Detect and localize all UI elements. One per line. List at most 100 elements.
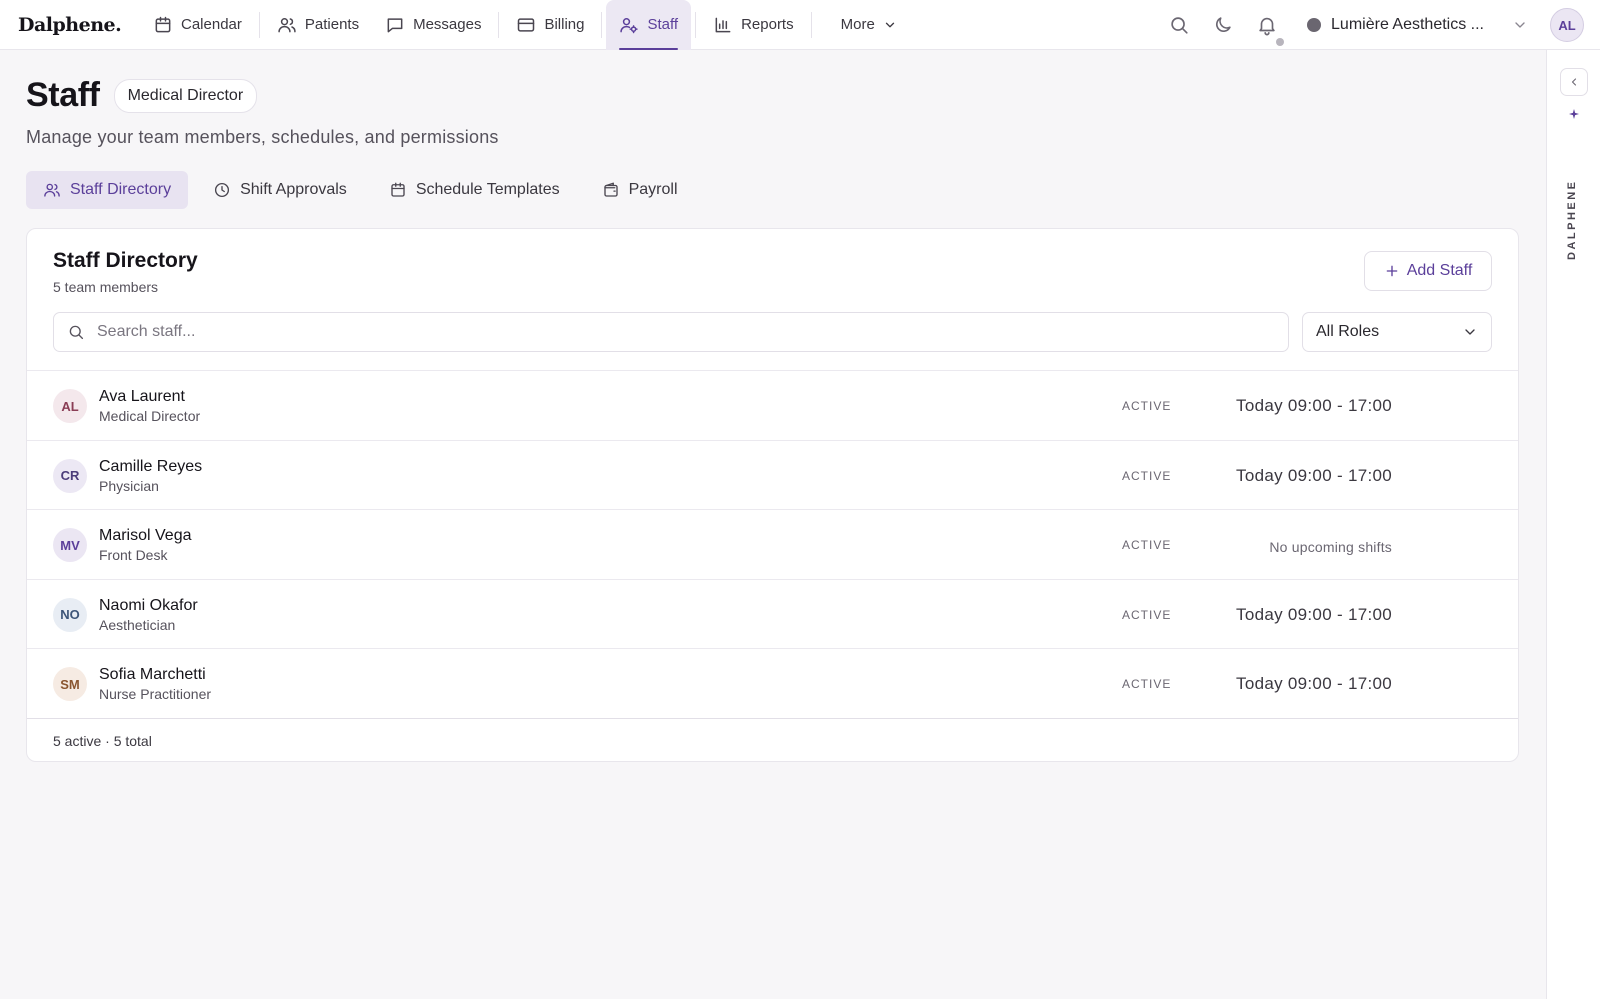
calendar-icon <box>391 182 405 197</box>
notification-dot <box>1276 38 1285 46</box>
page-title: Staff <box>26 76 100 114</box>
staff-name: Sofia Marchetti <box>99 666 206 683</box>
users-icon <box>278 17 296 32</box>
staff-name: Marisol Vega <box>99 527 192 544</box>
page-subtitle: Manage your team members, schedules, and… <box>26 127 499 147</box>
clinic-name: Lumière Aesthetics ... <box>1331 16 1484 33</box>
top-navigation-bar: Dalphene. Calendar Patients Messages Bil… <box>0 0 1600 50</box>
staff-directory-card: Staff Directory 5 team members Add Staff… <box>26 228 1519 762</box>
nav-item-label: Messages <box>413 16 482 33</box>
list-item[interactable]: AL Ava Laurent Medical Director ACTIVE T… <box>27 371 1518 441</box>
add-staff-label: Add Staff <box>1406 262 1473 279</box>
staff-role: Nurse Practitioner <box>99 686 212 702</box>
staff-role: Medical Director <box>99 408 201 424</box>
nav-divider <box>601 11 603 38</box>
staff-name: Camille Reyes <box>99 457 203 475</box>
nav-item-calendar[interactable]: Calendar <box>140 0 255 50</box>
nav-item-staff[interactable]: Staff <box>606 0 692 50</box>
plus-icon <box>1386 265 1398 277</box>
shift-info: Today 09:00 - 17:00 <box>1236 396 1392 415</box>
list-item[interactable]: SM Sofia Marchetti Nurse Practitioner AC… <box>27 649 1518 719</box>
wallet-icon <box>603 182 618 197</box>
nav-item-reports[interactable]: Reports <box>700 0 807 50</box>
staff-tabs: Staff Directory Shift Approvals Schedule… <box>26 171 695 209</box>
card-icon <box>518 17 535 32</box>
search-icon[interactable] <box>1168 14 1190 36</box>
clinic-switcher[interactable]: Lumière Aesthetics ... <box>1307 16 1528 34</box>
tab-label: Shift Approvals <box>240 181 347 198</box>
main-nav: Calendar Patients Messages Billing Staff… <box>140 0 910 50</box>
nav-item-label: Calendar <box>181 16 242 33</box>
bar-chart-icon <box>715 17 731 32</box>
avatar: CR <box>53 458 87 493</box>
role-filter-value: All Roles <box>1316 323 1380 340</box>
status-badge: ACTIVE <box>1122 468 1172 483</box>
nav-item-label: Billing <box>544 16 585 33</box>
calendar-icon <box>155 16 171 32</box>
tab-shift-approvals[interactable]: Shift Approvals <box>196 171 364 209</box>
avatar: MV <box>53 528 87 562</box>
search-input[interactable] <box>97 323 1247 341</box>
users-icon <box>44 183 60 197</box>
tab-payroll[interactable]: Payroll <box>585 171 695 209</box>
moon-icon[interactable] <box>1212 14 1234 36</box>
status-badge: ACTIVE <box>1122 538 1172 552</box>
user-avatar[interactable]: AL <box>1550 8 1584 42</box>
chevron-down-icon <box>1465 329 1475 335</box>
page-header: Staff Medical Director Manage your team … <box>26 76 499 148</box>
avatar: AL <box>53 389 87 423</box>
team-member-count: 5 team members <box>53 279 159 295</box>
message-icon <box>387 17 403 32</box>
staff-list: AL Ava Laurent Medical Director ACTIVE T… <box>27 370 1518 719</box>
nav-divider <box>695 11 697 38</box>
topbar-actions: Lumière Aesthetics ... AL <box>1157 0 1600 50</box>
rail-brand-text: DALPHENE <box>1566 179 1578 260</box>
directory-summary: 5 active · 5 total <box>53 733 152 749</box>
nav-item-patients[interactable]: Patients <box>264 0 372 50</box>
nav-more-label: More <box>840 16 875 33</box>
shift-info: No upcoming shifts <box>1269 539 1392 555</box>
chevron-down-icon <box>1515 22 1525 28</box>
list-item[interactable]: NO Naomi Okafor Aesthetician ACTIVE Toda… <box>27 580 1518 649</box>
tab-schedule-templates[interactable]: Schedule Templates <box>372 171 577 209</box>
user-gear-icon <box>620 17 639 33</box>
shift-info: Today 09:00 - 17:00 <box>1236 604 1392 624</box>
staff-role: Physician <box>99 477 159 494</box>
notifications-button[interactable] <box>1256 14 1285 46</box>
status-badge: ACTIVE <box>1122 399 1172 413</box>
tab-staff-directory[interactable]: Staff Directory <box>26 171 189 209</box>
assistant-rail: DALPHENE <box>1546 50 1600 999</box>
staff-name: Naomi Okafor <box>99 596 198 614</box>
app-logo[interactable]: Dalphene. <box>18 14 140 36</box>
shift-info: Today 09:00 - 17:00 <box>1236 674 1392 693</box>
avatar: NO <box>53 597 87 632</box>
chevron-down-icon <box>885 22 894 27</box>
avatar: SM <box>53 667 87 701</box>
list-item[interactable]: MV Marisol Vega Front Desk ACTIVE No upc… <box>27 510 1518 580</box>
add-staff-button[interactable]: Add Staff <box>1364 251 1492 291</box>
nav-item-label: Staff <box>647 16 679 33</box>
staff-role: Front Desk <box>99 547 168 563</box>
staff-search <box>53 312 1289 352</box>
nav-item-messages[interactable]: Messages <box>372 0 494 50</box>
tab-label: Staff Directory <box>70 181 172 198</box>
tab-label: Payroll <box>628 181 678 198</box>
nav-divider <box>810 11 812 38</box>
staff-role: Aesthetician <box>99 616 176 633</box>
clinic-status-dot <box>1307 18 1322 32</box>
clock-icon <box>215 182 230 198</box>
nav-more-menu[interactable]: More <box>816 0 910 50</box>
tab-label: Schedule Templates <box>415 181 560 198</box>
status-badge: ACTIVE <box>1122 607 1172 622</box>
nav-item-billing[interactable]: Billing <box>503 0 597 50</box>
role-filter-select[interactable]: All Roles <box>1302 312 1492 352</box>
chevron-left-icon <box>1571 78 1577 86</box>
status-badge: ACTIVE <box>1122 677 1172 691</box>
bell-icon <box>1259 17 1275 36</box>
role-badge: Medical Director <box>113 78 258 113</box>
search-icon <box>69 325 84 340</box>
nav-divider <box>498 11 500 38</box>
nav-item-label: Reports <box>741 16 794 33</box>
list-item[interactable]: CR Camille Reyes Physician ACTIVE Today … <box>27 441 1518 510</box>
rail-collapse-button[interactable] <box>1560 68 1588 96</box>
